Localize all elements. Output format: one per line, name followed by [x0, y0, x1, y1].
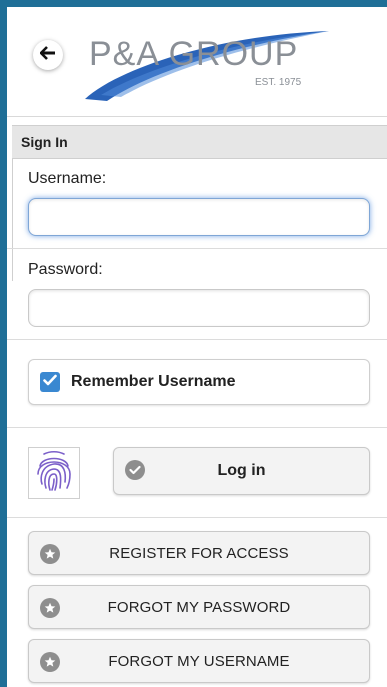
divider	[7, 517, 387, 518]
star-circle-icon	[40, 598, 60, 618]
check-circle-icon	[125, 460, 145, 480]
section-title: Sign In	[21, 134, 68, 150]
forgot-username-button[interactable]: FORGOT MY USERNAME	[28, 639, 370, 683]
svg-text:P&A GROUP: P&A GROUP	[89, 35, 298, 73]
divider	[7, 248, 387, 249]
arrow-left-icon	[39, 45, 56, 65]
fingerprint-icon	[34, 450, 74, 497]
divider	[7, 427, 387, 428]
register-for-access-label: REGISTER FOR ACCESS	[109, 544, 289, 562]
signin-section-header: Sign In	[12, 125, 387, 159]
password-label: Password:	[28, 261, 103, 278]
fingerprint-login-button[interactable]	[28, 447, 80, 499]
svg-text:EST. 1975: EST. 1975	[255, 77, 302, 88]
header: P&A GROUP EST. 1975	[7, 7, 387, 117]
password-input[interactable]	[28, 289, 370, 327]
forgot-password-button[interactable]: FORGOT MY PASSWORD	[28, 585, 370, 629]
divider	[7, 339, 387, 340]
login-button[interactable]: Log in	[113, 447, 370, 495]
register-for-access-button[interactable]: REGISTER FOR ACCESS	[28, 531, 370, 575]
remember-username-label: Remember Username	[71, 373, 236, 390]
star-circle-icon	[40, 652, 60, 672]
remember-username-checkbox[interactable]: Remember Username	[28, 359, 370, 405]
username-input[interactable]	[28, 198, 370, 236]
back-button[interactable]	[33, 40, 63, 70]
forgot-username-label: FORGOT MY USERNAME	[108, 652, 290, 670]
username-label: Username:	[28, 170, 107, 187]
company-logo: P&A GROUP EST. 1975	[77, 21, 337, 103]
app-frame: P&A GROUP EST. 1975 Sign In Username: Pa…	[7, 7, 387, 687]
forgot-password-label: FORGOT MY PASSWORD	[107, 598, 291, 616]
check-icon	[43, 373, 57, 391]
login-button-label: Log in	[217, 462, 266, 479]
checkbox-box[interactable]	[40, 372, 60, 392]
star-circle-icon	[40, 544, 60, 564]
